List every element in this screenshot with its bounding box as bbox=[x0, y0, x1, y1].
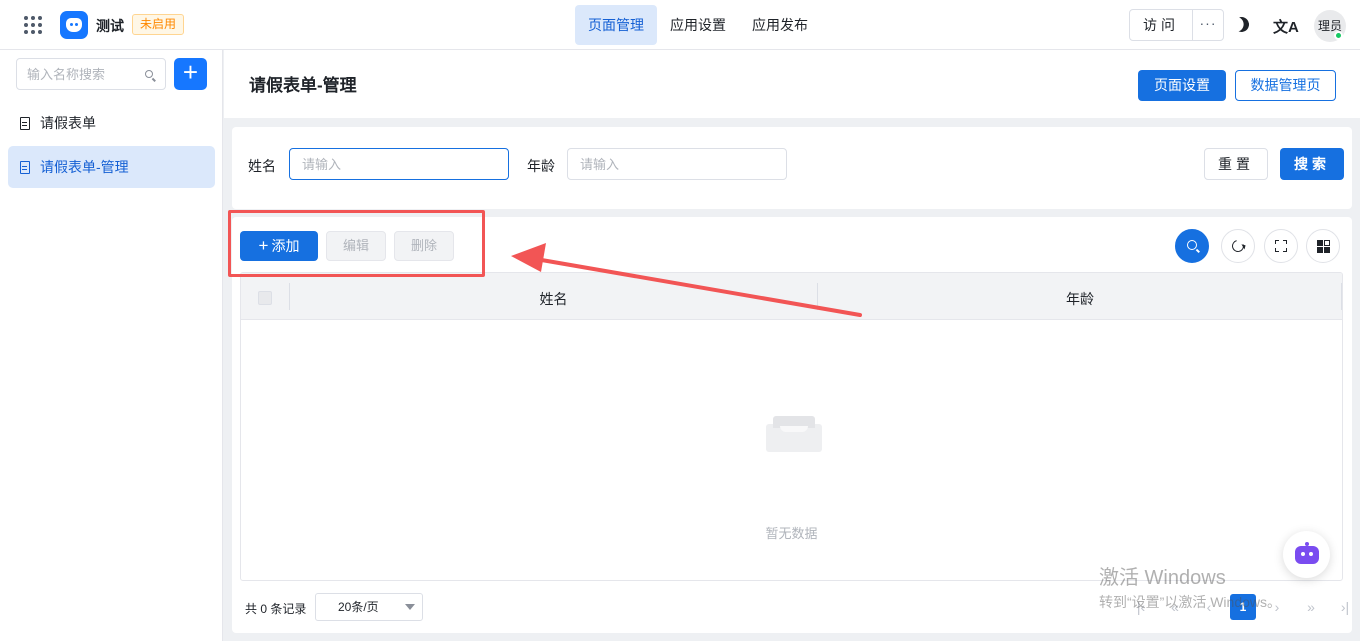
search-icon bbox=[1187, 240, 1197, 250]
annotation-highlight-box bbox=[228, 210, 485, 277]
filter-panel: 姓名 年龄 重置 搜索 bbox=[232, 127, 1352, 209]
select-all-checkbox[interactable] bbox=[258, 291, 272, 305]
sidebar: + 请假表单 请假表单-管理 bbox=[0, 50, 223, 641]
app-grid-icon[interactable] bbox=[24, 16, 42, 34]
empty-box-icon bbox=[766, 416, 822, 452]
fullscreen-button[interactable] bbox=[1264, 229, 1298, 263]
add-page-button[interactable]: + bbox=[174, 58, 207, 90]
page-size-select[interactable]: 20条/页 bbox=[315, 593, 423, 621]
watermark-subtitle: 转到“设置”以激活 Windows。 bbox=[1099, 594, 1282, 610]
age-filter-input[interactable] bbox=[567, 148, 787, 180]
document-icon bbox=[20, 161, 30, 174]
status-badge: 未启用 bbox=[132, 14, 185, 35]
app-logo-icon bbox=[60, 11, 88, 39]
translate-icon[interactable]: 文A bbox=[1273, 16, 1299, 37]
sidebar-item-label: 请假表单 bbox=[40, 115, 96, 131]
data-table: 姓名 年龄 暂无数据 bbox=[240, 272, 1343, 581]
dark-mode-icon[interactable] bbox=[1232, 15, 1251, 34]
fullscreen-icon bbox=[1275, 240, 1287, 252]
columns-icon bbox=[1317, 240, 1330, 253]
top-nav: 页面管理 应用设置 应用发布 bbox=[575, 5, 821, 45]
page-header: 请假表单-管理 页面设置 数据管理页 bbox=[224, 50, 1360, 118]
robot-icon bbox=[1295, 546, 1319, 564]
sidebar-search-box bbox=[16, 58, 166, 90]
search-icon[interactable] bbox=[145, 70, 153, 78]
sidebar-item-leave-form-admin[interactable]: 请假表单-管理 bbox=[8, 146, 215, 188]
data-management-button[interactable]: 数据管理页 bbox=[1235, 70, 1336, 101]
sidebar-item-leave-form[interactable]: 请假表单 bbox=[8, 102, 215, 144]
visit-button[interactable]: 访问 bbox=[1130, 10, 1193, 40]
table-header: 姓名 年龄 bbox=[241, 273, 1342, 320]
nav-app-publish[interactable]: 应用发布 bbox=[739, 5, 821, 45]
name-filter-label: 姓名 bbox=[248, 158, 276, 174]
page-settings-button[interactable]: 页面设置 bbox=[1138, 70, 1226, 101]
visit-button-group: 访问 ··· bbox=[1129, 9, 1224, 41]
column-settings-button[interactable] bbox=[1306, 229, 1340, 263]
online-status-dot bbox=[1334, 31, 1343, 40]
total-records: 共 0 条记录 bbox=[245, 602, 307, 616]
toggle-search-button[interactable] bbox=[1175, 229, 1209, 263]
windows-activation-watermark: 激活 Windows 转到“设置”以激活 Windows。 bbox=[1099, 561, 1281, 612]
page-title: 请假表单-管理 bbox=[249, 76, 357, 95]
nav-app-settings[interactable]: 应用设置 bbox=[657, 5, 739, 45]
sidebar-item-label: 请假表单-管理 bbox=[40, 159, 129, 175]
reset-button[interactable]: 重置 bbox=[1204, 148, 1268, 180]
assistant-bot-button[interactable] bbox=[1283, 531, 1330, 578]
next-group-icon[interactable]: » bbox=[1298, 594, 1324, 620]
column-header-age[interactable]: 年龄 bbox=[818, 289, 1342, 309]
app-name: 测试 bbox=[96, 18, 124, 34]
nav-page-management[interactable]: 页面管理 bbox=[575, 5, 657, 45]
top-bar: 测试 未启用 页面管理 应用设置 应用发布 访问 ··· 文A 理员 bbox=[0, 0, 1360, 50]
more-button[interactable]: ··· bbox=[1193, 10, 1223, 40]
watermark-title: 激活 Windows bbox=[1099, 567, 1226, 589]
page-size-value: 20条/页 bbox=[338, 600, 379, 614]
column-header-name[interactable]: 姓名 bbox=[290, 289, 817, 309]
name-filter-input[interactable] bbox=[289, 148, 509, 180]
refresh-button[interactable] bbox=[1221, 229, 1255, 263]
age-filter-label: 年龄 bbox=[527, 158, 555, 174]
chevron-down-icon bbox=[405, 604, 415, 610]
document-icon bbox=[20, 117, 30, 130]
search-button[interactable]: 搜索 bbox=[1280, 148, 1344, 180]
empty-state-text: 暂无数据 bbox=[765, 526, 818, 541]
refresh-icon bbox=[1229, 237, 1247, 255]
last-page-icon[interactable]: ›| bbox=[1332, 594, 1358, 620]
sidebar-search-input[interactable] bbox=[27, 59, 142, 89]
